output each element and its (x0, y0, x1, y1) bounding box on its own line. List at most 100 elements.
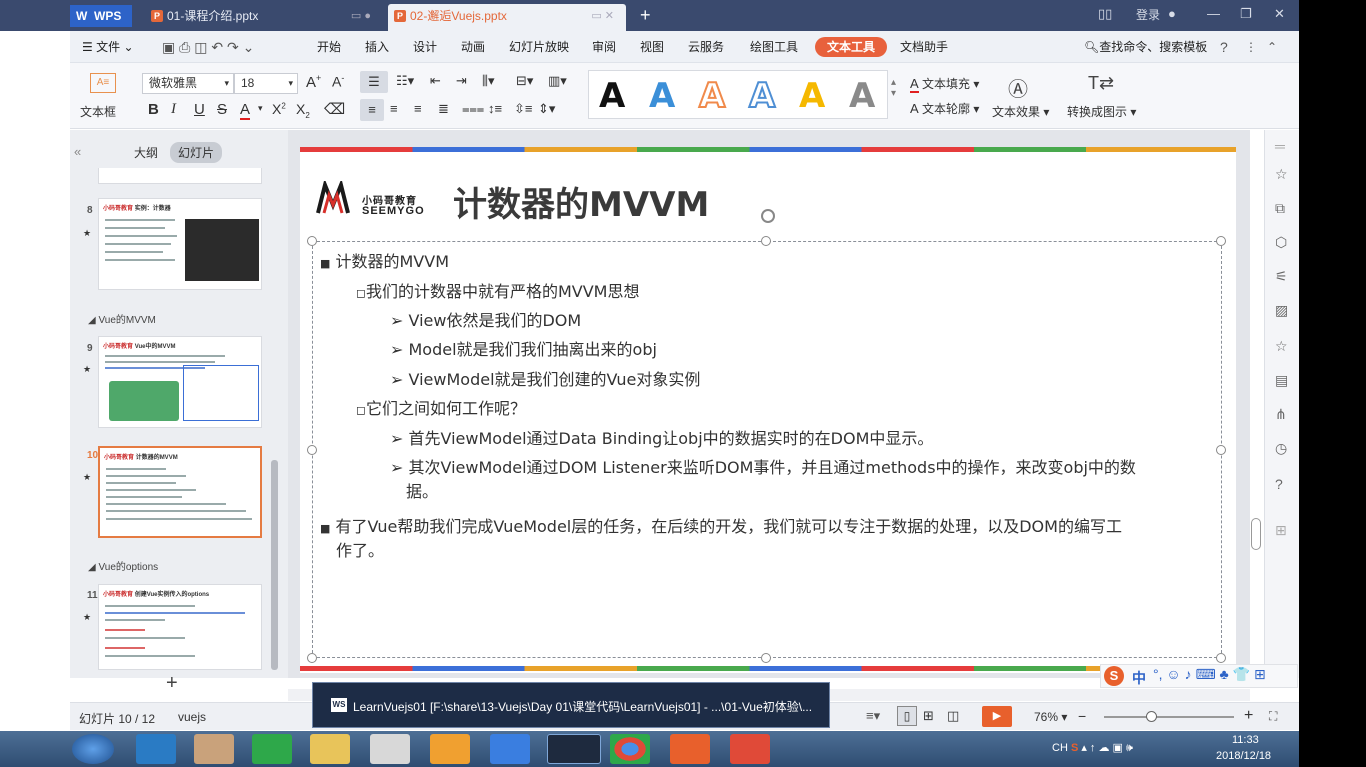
section-vue-options[interactable]: ◢ Vue的options (88, 558, 158, 573)
justify-icon[interactable]: ≣ (438, 101, 449, 117)
menu-review[interactable]: 审阅 (592, 31, 616, 63)
font-color-icon[interactable]: A (240, 101, 251, 120)
help-icon[interactable]: ? (1220, 31, 1228, 63)
text-effect-button[interactable]: 文本效果 ▾ (992, 103, 1049, 120)
menu-view[interactable]: 视图 (640, 31, 664, 63)
slide-thumb-11[interactable]: 小码哥教育 创建Vue实例传入的options (98, 584, 262, 670)
login-link[interactable]: 登录 (1136, 6, 1160, 23)
tab-outline[interactable]: 大纲 (134, 144, 158, 161)
resize-handle[interactable] (307, 653, 317, 663)
style-black-a[interactable]: A (599, 79, 625, 113)
resize-handle[interactable] (761, 236, 771, 246)
add-slide-button[interactable]: + (166, 672, 178, 695)
textbox-button[interactable]: 文本框 (80, 103, 116, 120)
shapes-icon[interactable]: ⧉ (1275, 200, 1285, 217)
slide-canvas[interactable]: 小码哥教育 SEEMYGO 计数器的MVVM ■ 计数器的MVVM ◻我们的计数… (300, 147, 1236, 673)
ime-mode[interactable]: 中 (1132, 668, 1146, 688)
text-outline-button[interactable]: A 文本轮廓 ▾ (910, 100, 979, 117)
zoom-out-button[interactable]: − (1078, 708, 1086, 724)
shape-style-icon[interactable]: ⬡ (1275, 234, 1287, 251)
history-icon[interactable]: ◷ (1275, 440, 1287, 457)
tray-date[interactable]: 2018/12/18 (1216, 750, 1271, 762)
resize-handle[interactable] (1216, 236, 1226, 246)
style-blue-a[interactable]: A (649, 79, 675, 113)
subscript-icon[interactable]: X2 (296, 101, 310, 120)
vertical-scroll-thumb[interactable] (1251, 518, 1261, 550)
resize-handle[interactable] (1216, 445, 1226, 455)
gallery-scroll-icon[interactable]: ▴ ▾ (891, 77, 896, 99)
menu-animation[interactable]: 动画 (461, 31, 485, 63)
new-tab-button[interactable]: + (640, 4, 651, 26)
restore-button[interactable]: ❐ (1240, 6, 1252, 22)
line-spacing-icon[interactable]: ↕≡ (488, 101, 502, 116)
text-effect-icon[interactable]: Ⓐ (1008, 73, 1028, 102)
taskbar-preview-popup[interactable]: WS LearnVuejs01 [F:\share\13-Vuejs\Day 0… (312, 682, 830, 728)
zoom-in-button[interactable]: + (1244, 707, 1253, 725)
style-yellow-a[interactable]: A (799, 79, 825, 113)
taskbar-xmind-icon[interactable] (670, 734, 710, 764)
taskbar-image-app-icon[interactable] (430, 734, 470, 764)
outdent-icon[interactable]: ⇤ (430, 73, 441, 89)
image-icon[interactable]: ▨ (1275, 302, 1288, 319)
align-center-icon[interactable]: ≡ (390, 101, 398, 116)
tab-close-icon[interactable]: ▭ ● (351, 4, 371, 28)
superscript-icon[interactable]: X2 (272, 101, 286, 117)
align-right-icon[interactable]: ≡ (414, 101, 422, 116)
style-orange-outline-a[interactable]: A (698, 78, 726, 114)
bullet-list-icon[interactable]: ☰ (360, 71, 388, 93)
adjust-icon[interactable]: ⚟ (1275, 268, 1288, 285)
align-left-icon[interactable]: ≡ (360, 99, 384, 121)
file-explorer-icon[interactable] (310, 734, 350, 764)
slide-title[interactable]: 计数器的MVVM (453, 177, 709, 226)
menu-text-tools[interactable]: 文本工具 (815, 37, 888, 57)
slide-thumb-10-selected[interactable]: 小码哥教育 计数器的MVVM (98, 446, 262, 538)
normal-view-icon[interactable]: ▯ (897, 706, 917, 726)
taskbar-c-app-icon[interactable] (252, 734, 292, 764)
taskbar-c-red-icon[interactable] (730, 734, 770, 764)
sogou-icon[interactable]: S (1104, 666, 1124, 686)
avatar-icon[interactable]: ● (1168, 6, 1176, 21)
resize-handle[interactable] (307, 236, 317, 246)
pin-icon[interactable]: ☆ (1275, 166, 1288, 183)
menu-doc-assistant[interactable]: 文档助手 (900, 31, 948, 63)
close-button[interactable]: ✕ (1274, 6, 1285, 22)
chrome-icon[interactable] (610, 734, 650, 764)
font-shrink-icon[interactable]: A- (332, 73, 344, 90)
start-button-icon[interactable] (72, 734, 114, 764)
text-fill-button[interactable]: A 文本填充 ▾ (910, 75, 979, 93)
collapse-ribbon-icon[interactable]: ⌃ (1267, 31, 1277, 63)
slide-thumb-7[interactable] (98, 168, 262, 184)
more-icon[interactable]: ⋮ (1245, 31, 1257, 63)
search-command[interactable]: 🔍︎查找命令、搜索模板 (1084, 31, 1207, 63)
clear-format-icon[interactable]: ⌫ (324, 100, 345, 118)
convert-to-diagram-button[interactable]: 转换成图示 ▾ (1067, 103, 1136, 120)
spacing-dropdown-icon[interactable]: ⇕▾ (538, 101, 555, 117)
menu-design[interactable]: 设计 (413, 31, 437, 63)
rotate-handle-icon[interactable] (761, 209, 775, 223)
indent-icon[interactable]: ⇥ (456, 73, 467, 89)
strikethrough-icon[interactable]: S (217, 101, 227, 118)
notes-icon[interactable]: ≡▾ (866, 708, 880, 724)
slide-sorter-icon[interactable]: ⊞ (923, 708, 934, 724)
menu-file[interactable]: ☰ 文件 ⌄ (82, 31, 134, 63)
tab-slides[interactable]: 幻灯片 (170, 142, 223, 163)
star-icon[interactable]: ☆ (1275, 338, 1288, 355)
resize-handle[interactable] (761, 653, 771, 663)
underline-icon[interactable]: U (194, 101, 205, 118)
resize-handle[interactable] (307, 445, 317, 455)
menu-slideshow[interactable]: 幻灯片放映 (509, 31, 569, 63)
italic-icon[interactable]: I (171, 101, 176, 118)
font-size-select[interactable]: 18 ▾ (234, 73, 298, 94)
numbered-list-icon[interactable]: ☷▾ (396, 73, 414, 89)
zoom-slider-track[interactable] (1104, 716, 1234, 718)
grid-icon[interactable]: ⊞ (1275, 522, 1287, 539)
pane-scrollbar[interactable] (271, 460, 278, 670)
dropdown-icon[interactable]: ▾ (258, 103, 263, 114)
share-icon[interactable]: ⋔ (1275, 406, 1287, 423)
zoom-level[interactable]: 76% ▾ (1034, 710, 1067, 724)
font-select[interactable]: 微软雅黑 ▾ (142, 73, 234, 94)
bold-icon[interactable]: B (148, 101, 159, 118)
taskbar-t-app-icon[interactable] (370, 734, 410, 764)
webstorm-taskbar-icon[interactable] (547, 734, 601, 764)
section-vue-mvvm[interactable]: ◢ Vue的MVVM (88, 311, 156, 326)
